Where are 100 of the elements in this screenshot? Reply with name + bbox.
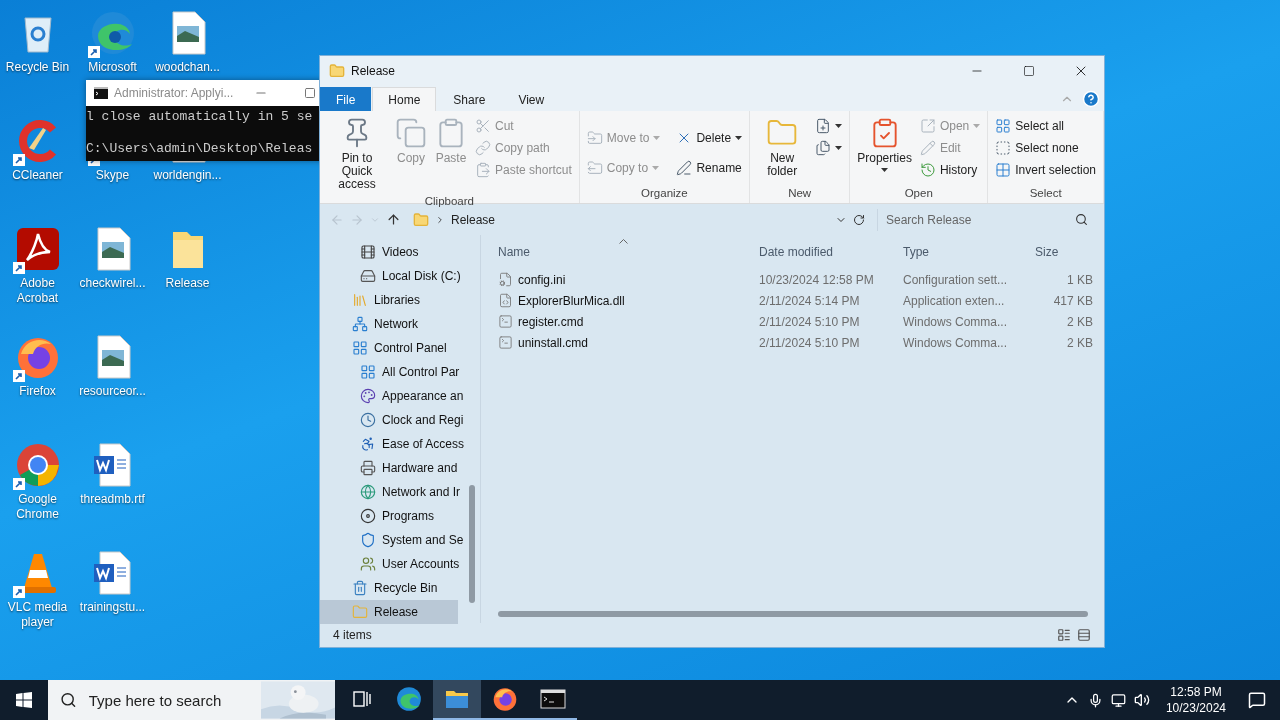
refresh-icon[interactable] bbox=[853, 213, 865, 226]
open-icon bbox=[919, 118, 936, 134]
group-label: New bbox=[787, 186, 813, 201]
pdf-app-icon bbox=[14, 226, 61, 272]
search-icon bbox=[1075, 213, 1088, 226]
window-title: Release bbox=[351, 64, 397, 78]
ribbon-tab[interactable]: View bbox=[502, 87, 561, 111]
file-gear-icon bbox=[498, 272, 513, 287]
rename-icon bbox=[676, 160, 693, 176]
help-icon[interactable] bbox=[1082, 90, 1100, 108]
task-view-icon bbox=[351, 690, 371, 708]
nav-item[interactable]: Libraries bbox=[320, 288, 458, 312]
shield-icon bbox=[360, 532, 376, 548]
file-name[interactable]: uninstall.cmd bbox=[498, 335, 759, 350]
notifications-icon[interactable] bbox=[1248, 691, 1266, 709]
ribbon-button[interactable]: Select all bbox=[992, 115, 1099, 137]
nav-item[interactable]: Network and Ir bbox=[320, 480, 461, 504]
desktop-icon-label[interactable]: Skype bbox=[75, 168, 150, 183]
desktop-icon-label[interactable]: Microsoft bbox=[75, 60, 150, 75]
console-line: C:\Users\admin\Desktop\Releas bbox=[86, 141, 314, 157]
nav-item[interactable]: Ease of Access bbox=[320, 432, 465, 456]
nav-item[interactable]: All Control Par bbox=[320, 360, 460, 384]
desktop-icon-label[interactable]: Recycle Bin bbox=[0, 60, 75, 75]
network-icon bbox=[352, 316, 368, 332]
grid-icon bbox=[352, 340, 368, 356]
nav-item[interactable]: Hardware and bbox=[320, 456, 458, 480]
column-header[interactable]: Type bbox=[903, 245, 1023, 259]
copy-icon bbox=[395, 117, 428, 149]
ribbon-button[interactable]: Delete bbox=[673, 123, 746, 153]
file-date: 2/11/2024 5:14 PM bbox=[759, 293, 861, 308]
taskbar-search-field[interactable]: Type here to search bbox=[86, 690, 251, 710]
search-field[interactable]: Search Release bbox=[884, 211, 1075, 228]
microphone-icon[interactable] bbox=[1087, 692, 1103, 708]
search-icon bbox=[60, 691, 77, 709]
globe-icon bbox=[360, 484, 376, 500]
ribbon-tab[interactable]: File bbox=[320, 87, 372, 111]
taskbar-search-field[interactable]: Type here to search bbox=[48, 680, 335, 720]
nav-item[interactable]: Control Panel bbox=[320, 336, 458, 360]
history-icon bbox=[919, 162, 936, 178]
caret-icon bbox=[735, 136, 743, 140]
details-view-icon[interactable] bbox=[1057, 628, 1071, 642]
library-icon bbox=[352, 292, 368, 308]
ribbon-button[interactable]: Rename bbox=[673, 153, 746, 183]
caret-icon bbox=[653, 136, 661, 140]
group-label: Organize bbox=[640, 186, 689, 201]
file-type: Application exten... bbox=[903, 293, 1006, 308]
nav-item[interactable]: User Accounts bbox=[320, 552, 460, 576]
terminal-icon bbox=[498, 314, 513, 329]
scrollbar-thumb[interactable] bbox=[498, 611, 1088, 617]
window-title: Administrator: Applyi... bbox=[114, 86, 235, 100]
ribbon-tab[interactable]: Share bbox=[437, 87, 502, 111]
fox-globe-icon bbox=[492, 686, 518, 712]
clock[interactable]: 12:58 PM 10/23/2024 bbox=[1157, 684, 1234, 716]
file-name[interactable]: register.cmd bbox=[498, 314, 759, 329]
up-icon[interactable] bbox=[386, 212, 401, 227]
maximize-icon bbox=[1023, 65, 1035, 77]
nav-item[interactable]: Videos bbox=[320, 240, 458, 264]
ribbon-tab[interactable]: Home bbox=[372, 87, 437, 111]
desktop-icon-label[interactable]: woodchan... bbox=[150, 60, 225, 75]
sort-caret-icon bbox=[619, 239, 628, 244]
maximize-icon[interactable] bbox=[304, 87, 316, 99]
ribbon-button[interactable]: Pin to Quick access bbox=[324, 115, 391, 193]
console-icon bbox=[540, 689, 566, 709]
scrollbar-thumb[interactable] bbox=[469, 485, 475, 603]
nav-item[interactable]: Network bbox=[320, 312, 458, 336]
ribbon-button[interactable]: Select none bbox=[992, 137, 1099, 159]
desktop-icon-label[interactable]: CCleaner bbox=[0, 168, 75, 183]
breadcrumb[interactable]: Release bbox=[451, 212, 496, 227]
nav-item[interactable]: Programs bbox=[320, 504, 458, 528]
column-header[interactable]: Size bbox=[1023, 245, 1093, 259]
file-type: Configuration sett... bbox=[903, 272, 1009, 287]
column-header[interactable]: Date modified bbox=[759, 245, 903, 259]
ribbon-button[interactable]: Invert selection bbox=[992, 159, 1099, 181]
ribbon-button[interactable]: New folder bbox=[754, 115, 811, 180]
nav-item[interactable]: Recycle Bin bbox=[320, 576, 458, 600]
users-icon bbox=[360, 556, 376, 572]
new-file-icon bbox=[815, 118, 832, 134]
taskbar-app-button[interactable] bbox=[433, 680, 481, 720]
file-code-icon bbox=[498, 293, 513, 308]
file-type: Windows Comma... bbox=[903, 314, 1009, 329]
nav-item[interactable]: Appearance an bbox=[320, 384, 464, 408]
clock-icon bbox=[360, 412, 376, 428]
caret-icon bbox=[652, 166, 660, 170]
nav-item[interactable]: Release bbox=[320, 600, 458, 624]
file-type: Windows Comma... bbox=[903, 335, 1009, 350]
wave-logo-icon bbox=[396, 686, 422, 712]
folder-arrow-icon bbox=[586, 130, 603, 146]
file-name[interactable]: config.ini bbox=[498, 272, 759, 287]
ribbon-button[interactable]: History bbox=[916, 159, 984, 181]
network-icon[interactable] bbox=[1110, 692, 1126, 708]
tiles-view-icon[interactable] bbox=[1077, 628, 1091, 642]
nav-item[interactable]: Local Disk (C:) bbox=[320, 264, 461, 288]
file-name[interactable]: ExplorerBlurMica.dll bbox=[498, 293, 759, 308]
column-header[interactable]: Name bbox=[498, 245, 759, 259]
nav-item[interactable]: Clock and Regi bbox=[320, 408, 464, 432]
ribbon-button[interactable]: Properties bbox=[854, 115, 915, 174]
nav-item[interactable]: System and Se bbox=[320, 528, 464, 552]
address-bar[interactable]: Release bbox=[407, 208, 871, 231]
volume-icon[interactable] bbox=[1133, 692, 1150, 708]
file-date: 2/11/2024 5:10 PM bbox=[759, 314, 861, 329]
